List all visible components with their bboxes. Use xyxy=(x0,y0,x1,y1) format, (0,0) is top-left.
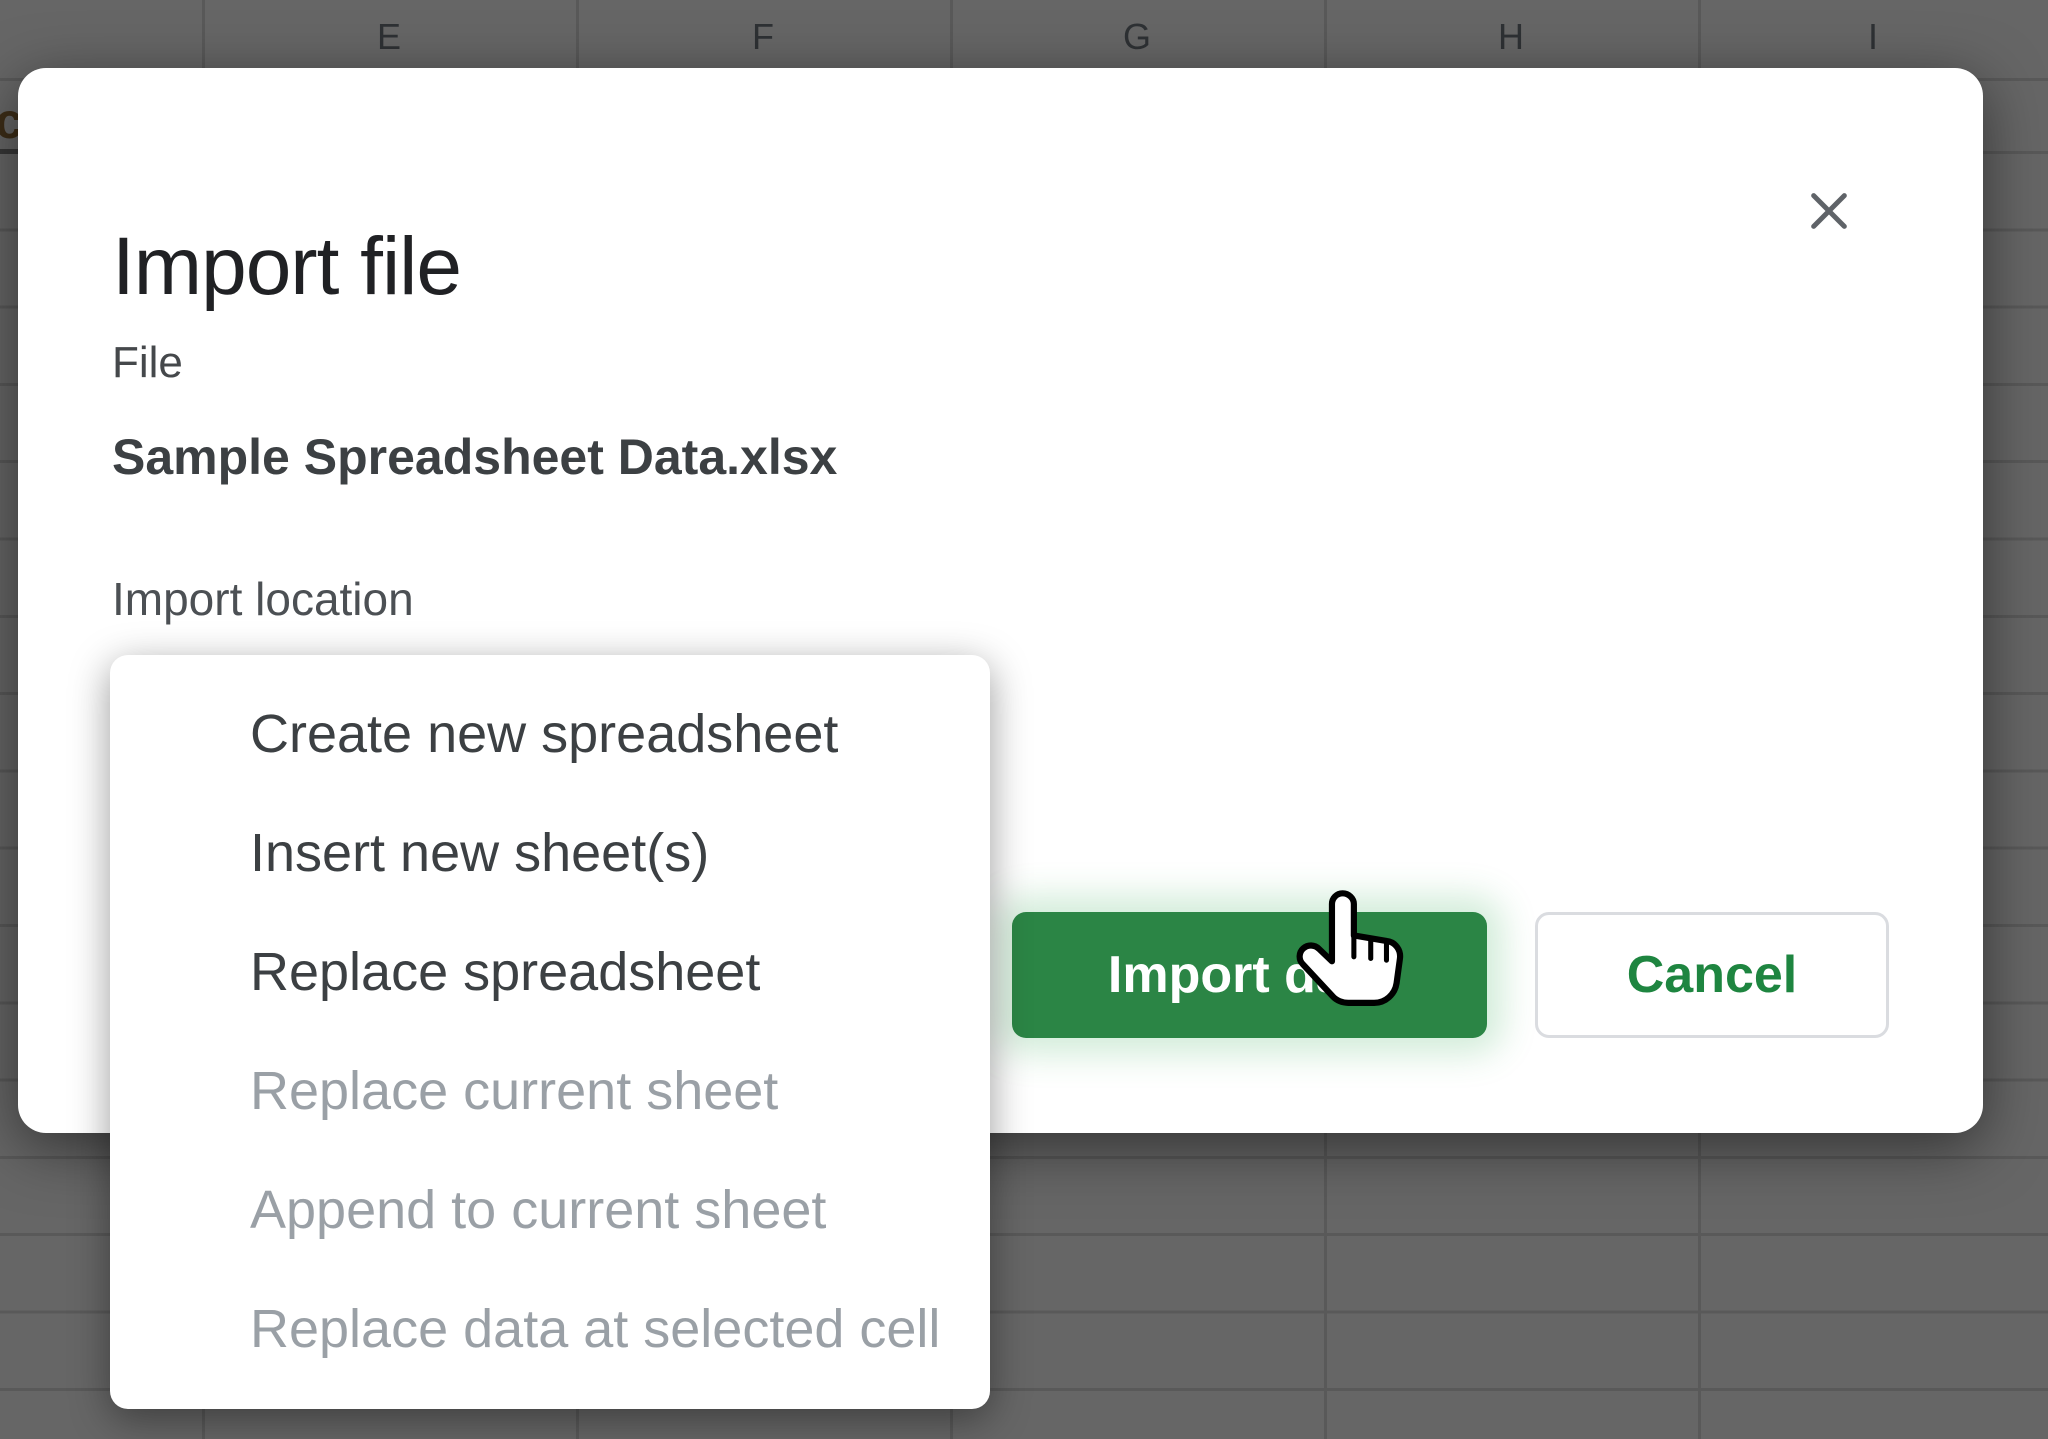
menu-item-replace-current-sheet: Replace current sheet xyxy=(110,1032,990,1151)
import-location-menu: Create new spreadsheet Insert new sheet(… xyxy=(110,655,990,1409)
menu-item-create-new-spreadsheet[interactable]: Create new spreadsheet xyxy=(110,675,990,794)
close-icon xyxy=(1806,188,1852,234)
column-header-I: I xyxy=(1868,16,1878,58)
close-button[interactable] xyxy=(1790,172,1868,250)
hand-pointer-cursor xyxy=(1296,886,1414,1027)
dialog-title: Import file xyxy=(112,220,461,314)
menu-item-replace-spreadsheet[interactable]: Replace spreadsheet xyxy=(110,913,990,1032)
import-file-screen: E F G H I cl Import file File Sample Spreads… xyxy=(0,0,2048,1439)
import-location-label: Import location xyxy=(112,572,414,626)
column-header-H: H xyxy=(1498,16,1524,58)
menu-item-replace-data-at-selected-cell: Replace data at selected cell xyxy=(110,1270,990,1389)
clipped-cell-text: cl xyxy=(0,92,18,150)
column-header-G: G xyxy=(1123,16,1151,58)
import-data-button[interactable]: Import data xyxy=(1012,912,1487,1038)
menu-item-insert-new-sheets[interactable]: Insert new sheet(s) xyxy=(110,794,990,913)
cell-bottom-border xyxy=(0,149,18,154)
file-name: Sample Spreadsheet Data.xlsx xyxy=(112,428,837,486)
column-header-E: E xyxy=(377,16,401,58)
cancel-button[interactable]: Cancel xyxy=(1535,912,1889,1038)
file-section-label: File xyxy=(112,338,183,388)
menu-item-append-to-current-sheet: Append to current sheet xyxy=(110,1151,990,1270)
column-header-F: F xyxy=(752,16,774,58)
hand-pointer-icon xyxy=(1296,886,1414,1022)
